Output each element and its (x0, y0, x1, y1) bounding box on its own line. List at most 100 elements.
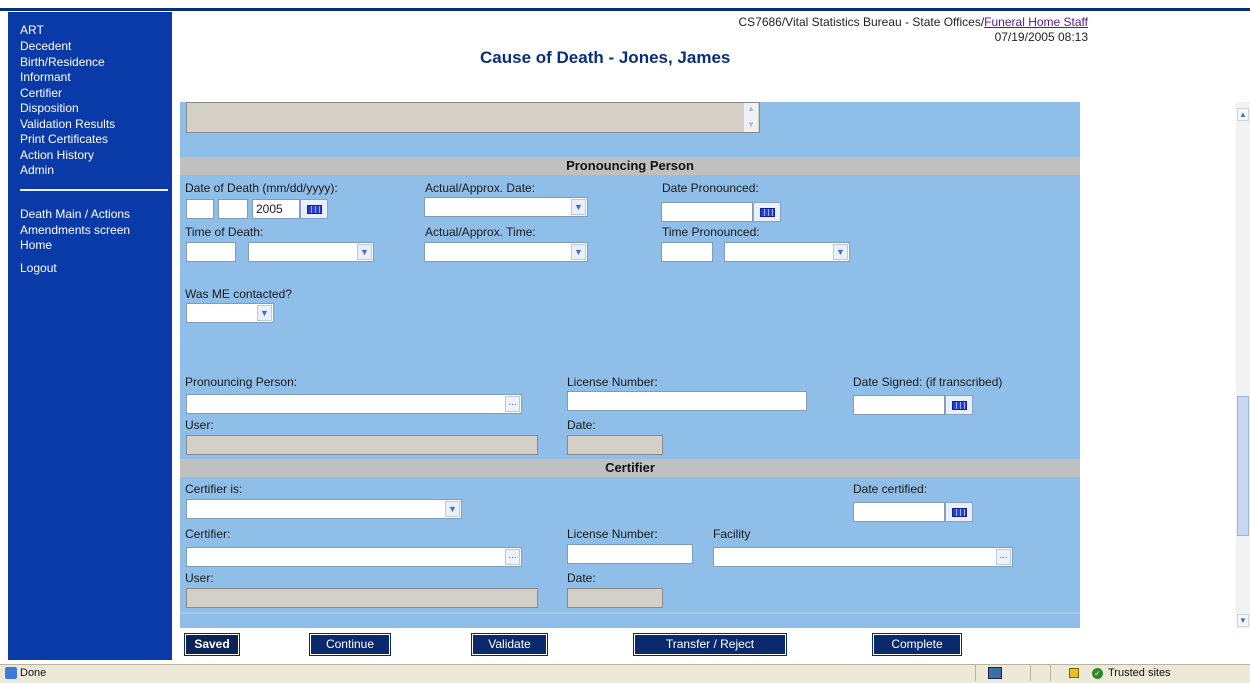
status-bar (0, 664, 1250, 683)
certifier-date-label: Date: (567, 571, 596, 585)
lookup-ellipsis-icon[interactable]: ... (996, 549, 1011, 565)
pronouncing-date-field (567, 435, 663, 455)
status-cell-divider (1050, 665, 1052, 681)
sidebar-item-action-history[interactable]: Action History (20, 149, 94, 162)
date-signed-input[interactable] (853, 395, 945, 415)
zone-text: Trusted sites (1108, 667, 1171, 679)
time-of-death-label: Time of Death: (185, 225, 264, 239)
certifier-license-label: License Number: (567, 527, 658, 541)
lock-icon (1069, 668, 1079, 678)
sidebar-link-logout[interactable]: Logout (20, 262, 57, 275)
lookup-ellipsis-icon[interactable]: ... (505, 396, 520, 412)
certifier-is-select[interactable]: ▼ (186, 499, 462, 519)
dod-day-input[interactable] (218, 199, 248, 219)
sidebar-item-disposition[interactable]: Disposition (20, 102, 79, 115)
pronouncing-user-field (186, 435, 538, 455)
date-certified-input[interactable] (853, 502, 945, 522)
sidebar-item-certifier[interactable]: Certifier (20, 87, 62, 100)
scroll-down-icon[interactable]: ▼ (1237, 614, 1249, 627)
validate-button[interactable]: Validate (471, 633, 548, 656)
page-scrollbar[interactable] (1236, 102, 1250, 628)
date-certified-label: Date certified: (853, 482, 928, 496)
chevron-down-icon[interactable]: ▼ (445, 501, 460, 517)
certifier-license-input[interactable] (567, 544, 693, 564)
facility-input[interactable]: ... (713, 547, 1013, 567)
time-pronounced-ampm-select[interactable]: ▼ (724, 242, 850, 262)
chevron-down-icon[interactable]: ▼ (357, 244, 372, 260)
saved-button[interactable]: Saved (184, 633, 240, 656)
sidebar-item-informant[interactable]: Informant (20, 71, 71, 84)
actual-approx-date-select[interactable]: ▼ (424, 197, 588, 217)
sidebar-link-home[interactable]: Home (20, 239, 52, 252)
time-of-death-ampm-select[interactable]: ▼ (248, 242, 374, 262)
pronouncing-license-label: License Number: (567, 375, 658, 389)
network-icon (988, 667, 1002, 679)
sidebar-item-admin[interactable]: Admin (20, 164, 54, 177)
trusted-sites-icon: ✓ (1092, 668, 1103, 679)
sidebar-item-print-certificates[interactable]: Print Certificates (20, 133, 108, 146)
certifier-user-field (186, 588, 538, 608)
sidebar-link-amendments[interactable]: Amendments screen (20, 224, 130, 237)
certifier-input[interactable]: ... (186, 547, 522, 567)
pronouncing-license-input[interactable] (567, 391, 807, 411)
chevron-down-icon[interactable]: ▼ (833, 244, 848, 260)
actual-approx-time-select[interactable]: ▼ (424, 242, 588, 262)
continue-button[interactable]: Continue (309, 633, 391, 656)
date-signed-label: Date Signed: (if transcribed) (853, 375, 1003, 389)
time-pronounced-input[interactable] (661, 242, 713, 262)
date-pronounced-input[interactable] (661, 202, 753, 222)
header-location: CS7686/Vital Statistics Bureau - State O… (738, 15, 1088, 29)
chevron-down-icon[interactable]: ▼ (571, 244, 586, 260)
dod-month-input[interactable] (186, 199, 214, 219)
certifier-date-field (567, 588, 663, 608)
chevron-down-icon[interactable]: ▼ (571, 199, 586, 215)
sidebar-item-validation-results[interactable]: Validation Results (20, 118, 115, 131)
page-title: Cause of Death - Jones, James (480, 48, 731, 67)
pronouncing-user-label: User: (185, 418, 214, 432)
sidebar-item-art[interactable]: ART (20, 24, 44, 37)
textarea-scroll-down-icon[interactable]: ▼ (744, 118, 758, 132)
sidebar-item-birth-residence[interactable]: Birth/Residence (20, 56, 105, 69)
status-text: Done (20, 667, 47, 679)
pronouncing-person-input[interactable]: ... (186, 394, 522, 414)
certifier-user-label: User: (185, 571, 214, 585)
status-cell-divider (975, 665, 977, 681)
transfer-reject-button[interactable]: Transfer / Reject (633, 633, 787, 656)
date-of-death-label: Date of Death (mm/dd/yyyy): (185, 181, 338, 195)
dod-year-input[interactable]: 2005 (252, 199, 300, 219)
me-contacted-select[interactable]: ▼ (186, 303, 274, 323)
date-signed-calendar-icon[interactable] (945, 395, 973, 415)
certifier-label: Certifier: (185, 527, 231, 541)
section-certifier: Certifier (180, 459, 1080, 477)
chevron-down-icon[interactable]: ▼ (257, 305, 272, 321)
header-timestamp: 07/19/2005 08:13 (994, 30, 1088, 44)
status-cell-divider (1030, 665, 1032, 681)
section-pronouncing-person: Pronouncing Person (180, 157, 1080, 175)
date-pronounced-label: Date Pronounced: (662, 181, 759, 195)
role-link[interactable]: Funeral Home Staff (984, 15, 1088, 29)
pronouncing-date-label: Date: (567, 418, 596, 432)
time-of-death-input[interactable] (186, 242, 236, 262)
notes-textarea[interactable]: ▲ ▼ (186, 102, 760, 133)
sidebar-item-decedent[interactable]: Decedent (20, 40, 71, 53)
me-contacted-label: Was ME contacted? (185, 287, 292, 301)
lookup-ellipsis-icon[interactable]: ... (505, 549, 520, 565)
scroll-up-icon[interactable]: ▲ (1237, 108, 1249, 121)
textarea-scrollbar[interactable]: ▲ ▼ (744, 103, 758, 132)
dod-calendar-icon[interactable] (300, 199, 328, 219)
sidebar: ART Decedent Birth/Residence Informant C… (8, 12, 172, 660)
top-border (0, 8, 1250, 11)
actual-approx-time-label: Actual/Approx. Time: (425, 225, 536, 239)
location-text: CS7686/Vital Statistics Bureau - State O… (738, 15, 985, 29)
actual-approx-date-label: Actual/Approx. Date: (425, 181, 536, 195)
date-pronounced-calendar-icon[interactable] (753, 202, 781, 222)
panel-bottom-rule (180, 612, 1080, 614)
facility-label: Facility (713, 527, 751, 541)
sidebar-link-death-main[interactable]: Death Main / Actions (20, 208, 130, 221)
textarea-scroll-up-icon[interactable]: ▲ (744, 103, 758, 115)
date-certified-calendar-icon[interactable] (945, 502, 973, 522)
scrollbar-thumb[interactable] (1237, 396, 1249, 536)
complete-button[interactable]: Complete (872, 633, 962, 656)
sidebar-divider (20, 189, 168, 191)
time-pronounced-label: Time Pronounced: (662, 225, 760, 239)
